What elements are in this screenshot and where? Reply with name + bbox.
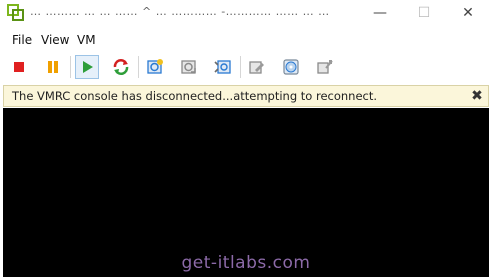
snapshot-icon xyxy=(147,59,163,74)
refresh-icon xyxy=(113,59,129,75)
menu-file[interactable]: File xyxy=(12,33,32,47)
revert-snapshot-icon xyxy=(181,60,196,74)
cd-dvd-icon xyxy=(283,59,299,75)
cd-dvd-button[interactable] xyxy=(279,55,303,79)
window-title: … ……… … … …… ^ … ………… -………… …… … … xyxy=(30,5,330,18)
manage-snapshots-icon xyxy=(214,60,231,74)
close-icon: ✕ xyxy=(462,5,474,21)
menu-view[interactable]: View xyxy=(41,33,69,47)
disconnect-notification-bar: The VMRC console has disconnected...atte… xyxy=(3,85,489,107)
maximize-button[interactable]: ☐ xyxy=(402,0,446,26)
toolbar xyxy=(0,52,492,82)
take-snapshot-button[interactable] xyxy=(143,55,167,79)
vm-console-screen[interactable]: get-itlabs.com xyxy=(3,108,489,277)
watermark-text: get-itlabs.com xyxy=(181,253,311,273)
title-bar: … ……… … … …… ^ … ………… -………… …… … … — ☐ ✕ xyxy=(0,0,492,26)
usb-device-button[interactable] xyxy=(313,55,337,79)
reset-button[interactable] xyxy=(109,55,133,79)
menu-bar: File View VM xyxy=(0,28,492,52)
menu-vm[interactable]: VM xyxy=(77,33,96,47)
vm-settings-button[interactable] xyxy=(245,55,269,79)
stop-icon xyxy=(14,62,24,72)
minimize-icon: — xyxy=(373,5,387,21)
suspend-button[interactable] xyxy=(41,55,65,79)
vm-settings-icon xyxy=(249,61,264,74)
notification-message: The VMRC console has disconnected...atte… xyxy=(12,89,378,103)
usb-device-icon xyxy=(317,60,333,74)
pause-icon xyxy=(48,61,58,73)
close-button[interactable]: ✕ xyxy=(446,0,490,26)
toolbar-separator xyxy=(240,56,241,78)
manage-snapshots-button[interactable] xyxy=(211,55,235,79)
play-icon xyxy=(83,61,93,73)
minimize-button[interactable]: — xyxy=(358,0,402,26)
vmware-logo-icon xyxy=(7,4,24,21)
toolbar-separator xyxy=(70,56,71,78)
toolbar-separator xyxy=(138,56,139,78)
revert-snapshot-button[interactable] xyxy=(177,55,201,79)
dismiss-notification-icon[interactable]: ✖ xyxy=(469,88,485,104)
power-on-button[interactable] xyxy=(75,55,99,79)
power-off-button[interactable] xyxy=(7,55,31,79)
maximize-icon: ☐ xyxy=(417,5,431,21)
